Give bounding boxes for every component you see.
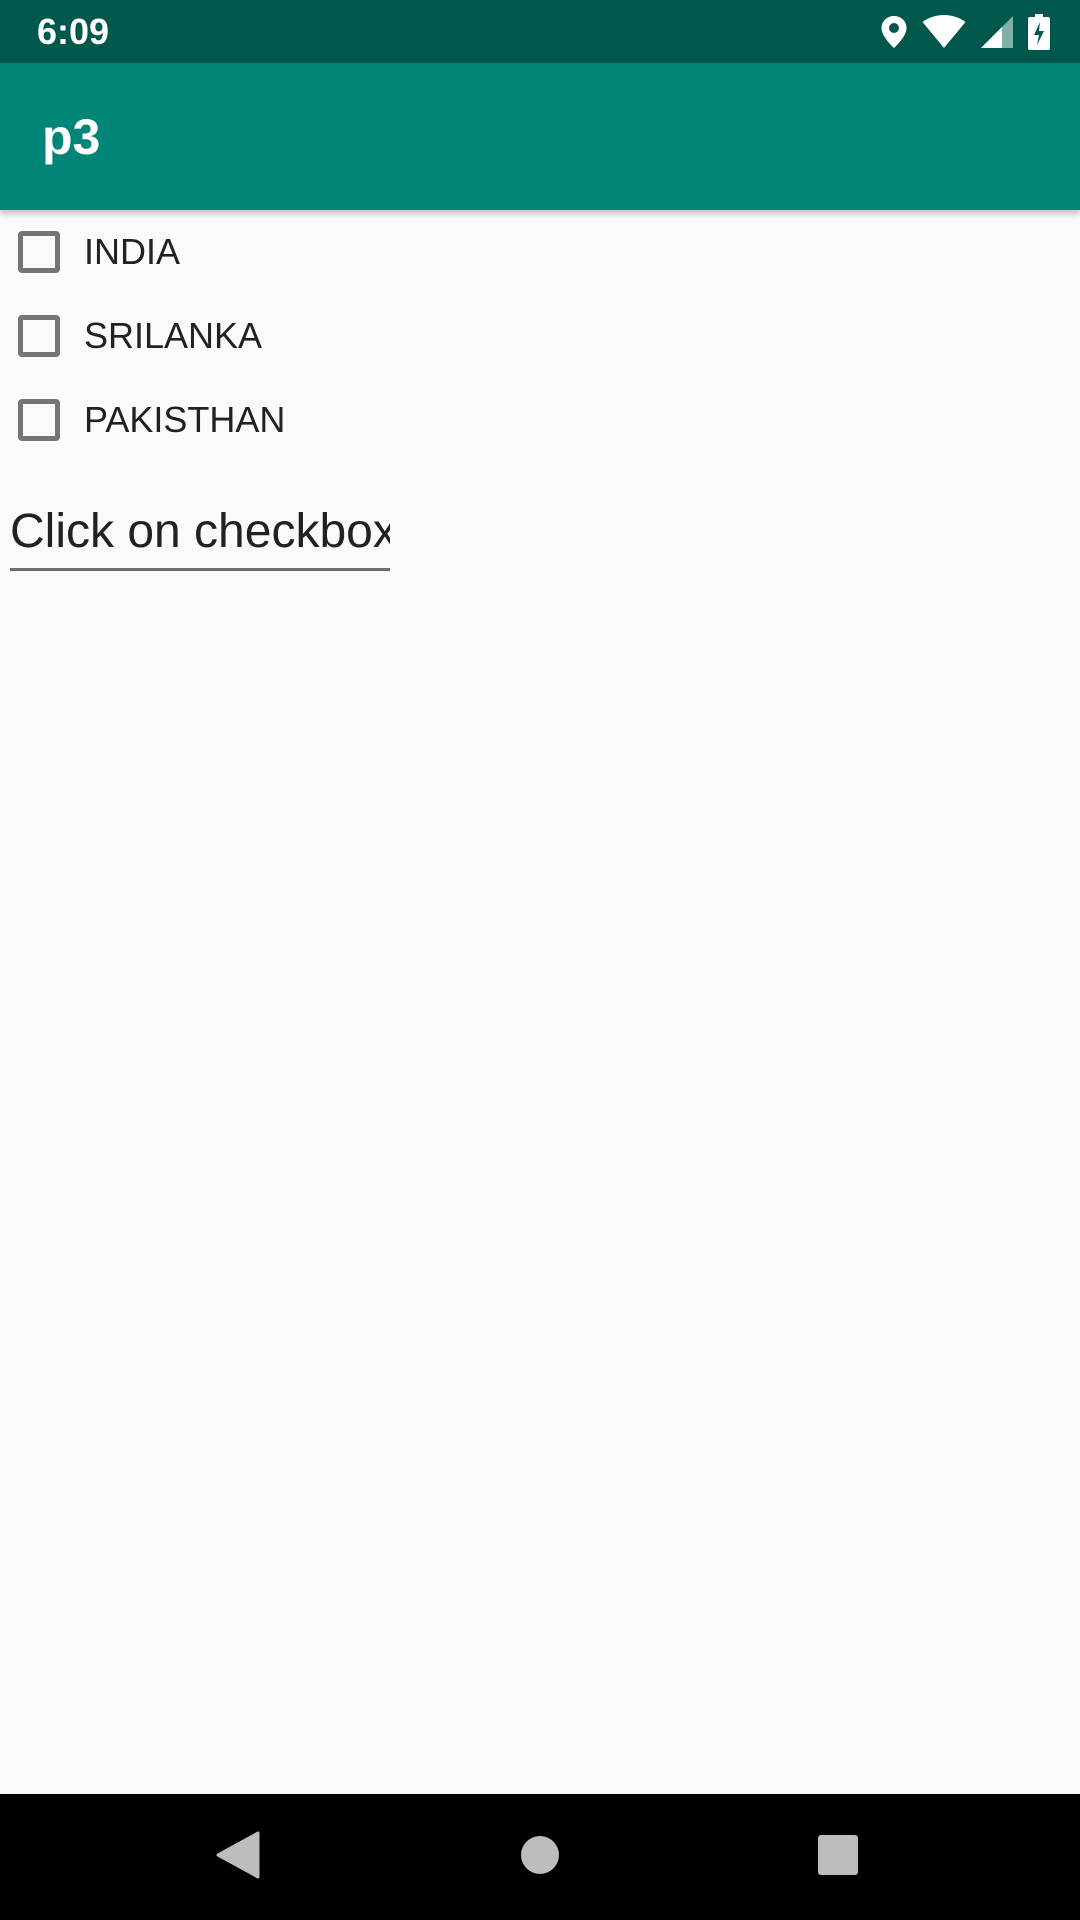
app-bar: p3 (0, 63, 1080, 210)
checkbox-label: PAKISTHAN (84, 399, 286, 440)
home-button[interactable] (510, 1827, 570, 1887)
signal-icon (980, 15, 1014, 49)
checkbox-pakisthan[interactable]: PAKISTHAN (0, 378, 400, 462)
checkbox-label: INDIA (84, 231, 181, 272)
checkbox-label: SRILANKA (84, 315, 263, 356)
status-time: 6:09 (37, 11, 110, 52)
checkbox-box[interactable] (18, 399, 60, 441)
recents-icon (818, 1834, 858, 1880)
status-bar: 6:09 (0, 0, 1080, 63)
checkbox-box[interactable] (18, 231, 60, 273)
battery-charging-icon (1028, 14, 1050, 50)
wifi-icon (922, 15, 966, 49)
checkbox-srilanka[interactable]: SRILANKA (0, 294, 400, 378)
checkbox-box[interactable] (18, 315, 60, 357)
app-title: p3 (42, 109, 101, 165)
screen: 6:09 p3 INDIA SRILANKA PAKISTHAN Click o… (0, 0, 1080, 1920)
recents-button[interactable] (808, 1827, 868, 1887)
result-input[interactable] (10, 495, 390, 571)
home-icon (520, 1835, 560, 1880)
navigation-bar (0, 1794, 1080, 1920)
status-icons (880, 12, 1050, 52)
back-button[interactable] (208, 1827, 268, 1887)
location-icon (880, 15, 908, 49)
checkbox-india[interactable]: INDIA (0, 210, 400, 294)
back-icon (216, 1831, 260, 1884)
